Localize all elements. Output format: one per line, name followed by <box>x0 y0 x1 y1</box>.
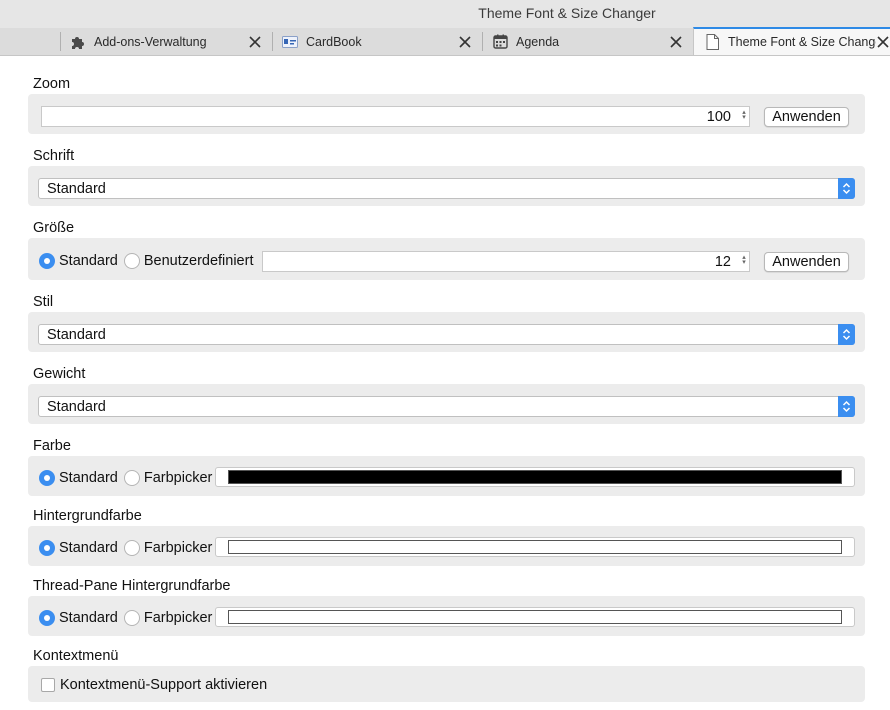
contextmenu-panel: Kontextmenü-Support aktivieren <box>28 666 865 702</box>
background-panel: Standard Farbpicker <box>28 526 865 566</box>
style-select[interactable]: Standard <box>38 324 855 345</box>
tab-separator <box>272 32 273 51</box>
contextmenu-checkbox-row: Kontextmenü-Support aktivieren <box>41 677 273 693</box>
color-radio-group: Standard Farbpicker <box>39 470 218 486</box>
color-default-label: Standard <box>59 470 118 486</box>
stepper-icon[interactable]: ▴ ▾ <box>740 109 748 121</box>
cardbook-icon <box>282 34 298 50</box>
threadpane-default-radio[interactable] <box>39 610 55 626</box>
color-panel: Standard Farbpicker <box>28 456 865 496</box>
document-icon <box>704 34 720 50</box>
background-default-radio[interactable] <box>39 540 55 556</box>
color-picker-label: Farbpicker <box>143 470 213 486</box>
color-swatch <box>228 470 842 484</box>
size-apply-button[interactable]: Anwenden <box>764 252 849 272</box>
size-input[interactable] <box>262 251 750 272</box>
background-picker-label: Farbpicker <box>143 540 213 556</box>
threadpane-swatch <box>228 610 842 624</box>
threadpane-default-label: Standard <box>59 610 118 626</box>
background-label: Hintergrundfarbe <box>33 508 142 524</box>
color-swatch-button[interactable] <box>215 467 855 487</box>
puzzle-icon <box>70 34 86 50</box>
weight-select-value: Standard <box>47 398 106 415</box>
size-radio-group: Standard Benutzerdefiniert <box>39 253 259 269</box>
calendar-icon <box>492 34 508 50</box>
size-label: Größe <box>33 220 75 236</box>
weight-panel: Standard <box>28 384 865 424</box>
style-select-value: Standard <box>47 326 106 343</box>
style-label: Stil <box>33 294 54 310</box>
size-default-label: Standard <box>59 253 118 269</box>
font-panel: Standard <box>28 166 865 206</box>
tab-label: Theme Font & Size Changer <box>728 35 876 49</box>
threadpane-picker-radio[interactable] <box>123 610 140 626</box>
contextmenu-label: Kontextmenü <box>33 648 119 664</box>
tab-agenda[interactable]: Agenda <box>482 28 693 55</box>
size-default-radio[interactable] <box>39 253 55 269</box>
threadpane-swatch-button[interactable] <box>215 607 855 627</box>
color-default-radio[interactable] <box>39 470 55 486</box>
zoom-label: Zoom <box>33 76 71 92</box>
background-swatch-button[interactable] <box>215 537 855 557</box>
color-picker-radio[interactable] <box>123 470 140 486</box>
title-bar: Theme Font & Size Changer <box>0 0 890 29</box>
tab-separator <box>482 32 483 51</box>
close-icon[interactable] <box>876 35 890 49</box>
tab-separator <box>60 32 61 51</box>
close-icon[interactable] <box>458 35 472 49</box>
tab-label: Agenda <box>516 34 560 49</box>
options-content: Zoom ▴▾ Anwenden Schrift Standard Größe … <box>0 56 890 710</box>
weight-select[interactable]: Standard <box>38 396 855 417</box>
tab-label: Add-ons-Verwaltung <box>94 34 207 49</box>
font-select[interactable]: Standard <box>38 178 855 199</box>
background-radio-group: Standard Farbpicker <box>39 540 218 556</box>
window-title: Theme Font & Size Changer <box>478 5 656 21</box>
style-panel: Standard <box>28 312 865 352</box>
tab-theme-font-size-changer[interactable]: Theme Font & Size Changer <box>693 27 890 55</box>
background-swatch <box>228 540 842 554</box>
threadpane-label: Thread-Pane Hintergrundfarbe <box>33 578 231 594</box>
contextmenu-checkbox-label[interactable]: Kontextmenü-Support aktivieren <box>60 677 267 693</box>
font-label: Schrift <box>33 148 75 164</box>
zoom-input[interactable] <box>41 106 750 127</box>
size-panel: Standard Benutzerdefiniert ▴▾ Anwenden <box>28 238 865 280</box>
close-icon[interactable] <box>669 35 683 49</box>
zoom-panel: ▴▾ Anwenden <box>28 94 865 134</box>
threadpane-picker-label: Farbpicker <box>143 610 213 626</box>
tab-cardbook[interactable]: CardBook <box>272 28 482 55</box>
threadpane-radio-group: Standard Farbpicker <box>39 610 218 626</box>
contextmenu-checkbox[interactable] <box>41 678 55 692</box>
zoom-apply-button[interactable]: Anwenden <box>764 107 849 127</box>
select-arrows-icon <box>838 178 855 199</box>
select-arrows-icon <box>838 324 855 345</box>
color-label: Farbe <box>33 438 71 454</box>
weight-label: Gewicht <box>33 366 86 382</box>
background-default-label: Standard <box>59 540 118 556</box>
tab-strip: Add-ons-Verwaltung CardBook Agenda Theme… <box>0 27 890 56</box>
tab-label: CardBook <box>306 34 362 49</box>
font-select-value: Standard <box>47 180 106 197</box>
size-custom-radio[interactable] <box>123 253 140 269</box>
threadpane-panel: Standard Farbpicker <box>28 596 865 636</box>
stepper-icon[interactable]: ▴ ▾ <box>740 254 748 266</box>
select-arrows-icon <box>838 396 855 417</box>
tab-addons[interactable]: Add-ons-Verwaltung <box>60 28 272 55</box>
close-icon[interactable] <box>248 35 262 49</box>
background-picker-radio[interactable] <box>123 540 140 556</box>
size-custom-label: Benutzerdefiniert <box>143 253 254 269</box>
